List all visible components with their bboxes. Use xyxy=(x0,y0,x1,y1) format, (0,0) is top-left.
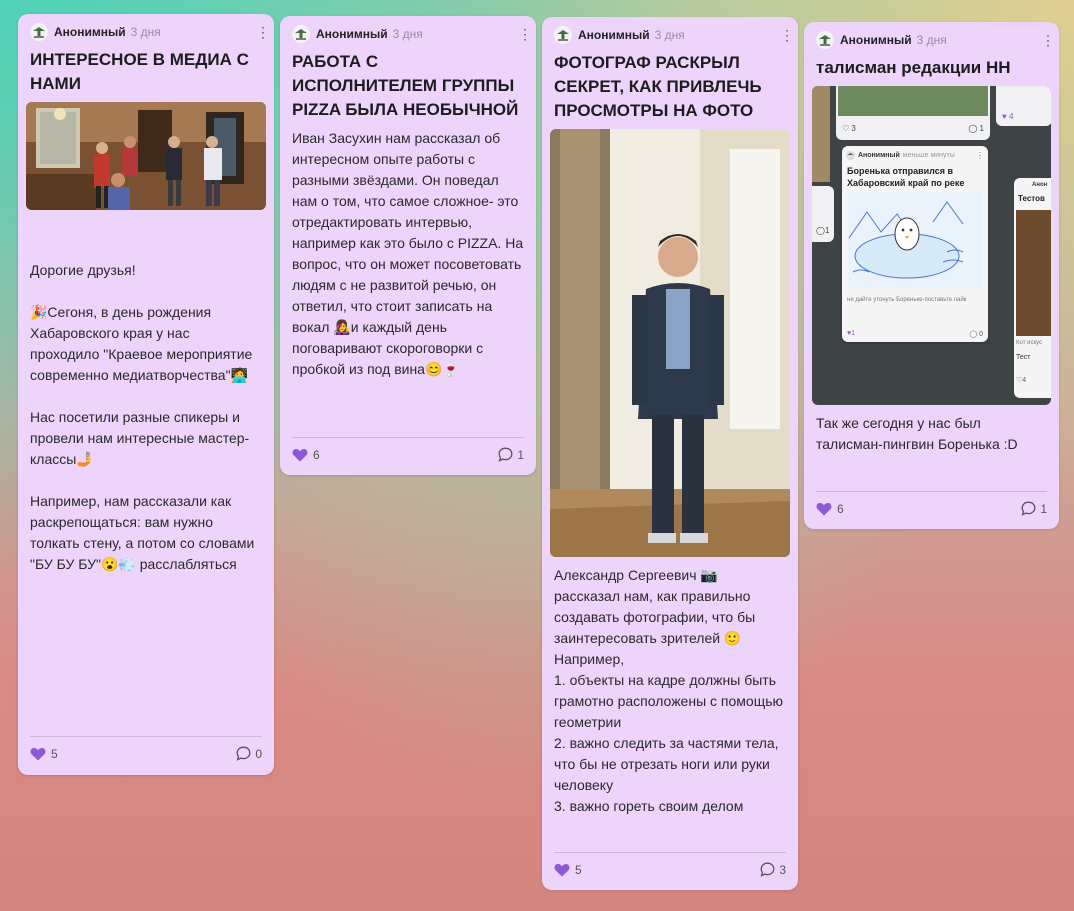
comment-count: 3 xyxy=(779,862,786,877)
post-image[interactable] xyxy=(550,129,790,557)
post-header: Анонимный 3 дня ⋮ xyxy=(280,22,536,46)
author-name: Анонимный xyxy=(840,33,912,47)
avatar-icon xyxy=(292,25,310,43)
comment-button[interactable]: 0 xyxy=(236,746,262,761)
more-icon[interactable]: ⋮ xyxy=(518,27,532,41)
footer-divider xyxy=(30,736,262,737)
like-button[interactable]: 6 xyxy=(816,502,844,516)
like-button[interactable]: 6 xyxy=(292,448,320,462)
post-header: Анонимный 3 дня ⋮ xyxy=(804,28,1059,52)
embedded-comment-count: ◯ 0 xyxy=(969,331,983,338)
post-header: Анонимный 3 дня ⋮ xyxy=(542,23,798,47)
post-body: Александр Сергеевич 📷 рассказал нам, как… xyxy=(554,567,784,814)
like-count: 6 xyxy=(837,501,844,516)
post-time: 3 дня xyxy=(130,25,161,39)
comment-count: 1 xyxy=(517,447,524,462)
post-title: РАБОТА С ИСПОЛНИТЕЛЕМ ГРУППЫ PIZZA БЫЛА … xyxy=(292,52,519,119)
embedded-author: Анон xyxy=(1032,182,1048,188)
heart-icon xyxy=(554,863,570,876)
embedded-card-left xyxy=(812,86,830,182)
post-body: Иван Засухин нам рассказал об интересном… xyxy=(292,130,524,377)
comment-count: 0 xyxy=(255,746,262,761)
author-name: Анонимный xyxy=(578,28,650,42)
heart-icon xyxy=(816,502,832,515)
embedded-like-count: ♥1 xyxy=(847,330,856,337)
post-card[interactable]: Анонимный 3 дня ⋮ РАБОТА С ИСПОЛНИТЕЛЕМ … xyxy=(280,16,536,475)
embedded-card-main: Анонимный меньше минуты ⋮ Боренька отпра… xyxy=(842,146,988,342)
avatar-icon xyxy=(30,23,48,41)
embedded-like-count: ♥ 4 xyxy=(1002,112,1014,121)
like-button[interactable]: 5 xyxy=(554,863,582,877)
post-body: Дорогие друзья! 🎉Сегоня, в день рождения… xyxy=(30,262,255,572)
comment-icon xyxy=(760,862,775,877)
comment-icon xyxy=(1021,501,1036,516)
embedded-title: Боренька отправился в Хабаровский край п… xyxy=(847,166,965,188)
post-footer: 5 3 xyxy=(554,862,786,877)
comment-button[interactable]: 1 xyxy=(498,447,524,462)
post-body: Так же сегодня у нас был талисман-пингви… xyxy=(816,415,1018,452)
post-footer: 6 1 xyxy=(292,447,524,462)
more-icon[interactable]: ⋮ xyxy=(256,25,270,39)
like-count: 5 xyxy=(51,746,58,761)
author-name: Анонимный xyxy=(316,27,388,41)
footer-divider xyxy=(816,491,1047,492)
post-card[interactable]: Анонимный 3 дня ⋮ ФОТОГРАФ РАСКРЫЛ СЕКРЕ… xyxy=(542,17,798,890)
like-count: 6 xyxy=(313,447,320,462)
heart-icon xyxy=(30,747,46,760)
more-icon[interactable]: ⋮ xyxy=(780,28,794,42)
embedded-comment-count: ◯1 xyxy=(816,226,830,235)
post-time: 3 дня xyxy=(392,27,423,41)
post-footer: 5 0 xyxy=(30,746,262,761)
post-card[interactable]: Анонимный 3 дня ⋮ талисман редакции НН ♡… xyxy=(804,22,1059,529)
post-footer: 6 1 xyxy=(816,501,1047,516)
post-image[interactable]: ♡ 3 ◯ 1 ♥ 4 ◯1 Анонимный меньше минуты ⋮… xyxy=(812,86,1051,405)
heart-icon xyxy=(292,448,308,461)
embedded-card-left-bottom: ◯1 xyxy=(812,186,834,242)
embedded-card-top: ♡ 3 ◯ 1 xyxy=(836,86,990,140)
avatar-icon xyxy=(846,150,855,160)
more-icon[interactable]: ⋮ xyxy=(1041,33,1055,47)
embedded-comment-count: ◯ 1 xyxy=(968,124,984,133)
post-header: Анонимный 3 дня ⋮ xyxy=(18,20,274,44)
more-icon: ⋮ xyxy=(976,150,984,160)
embedded-text: Кот искус xyxy=(1016,340,1043,346)
comment-button[interactable]: 1 xyxy=(1021,501,1047,516)
like-button[interactable]: 5 xyxy=(30,747,58,761)
avatar-icon xyxy=(816,31,834,49)
footer-divider xyxy=(554,852,786,853)
post-time: 3 дня xyxy=(654,28,685,42)
embedded-caption: не дайте утонуть Бореньке-поставьте лайк xyxy=(847,297,967,303)
penguin-drawing xyxy=(847,192,983,288)
comment-icon xyxy=(498,447,513,462)
like-count: 5 xyxy=(575,862,582,877)
comment-button[interactable]: 3 xyxy=(760,862,786,877)
portrait-photo xyxy=(550,129,790,557)
embedded-title: Тестов xyxy=(1018,194,1045,203)
embedded-time: меньше минуты xyxy=(902,151,955,159)
avatar-icon xyxy=(554,26,572,44)
room-photo xyxy=(26,102,266,210)
embedded-card-top-right: ♥ 4 xyxy=(996,86,1051,126)
footer-divider xyxy=(292,437,524,438)
comment-icon xyxy=(236,746,251,761)
post-image[interactable] xyxy=(26,102,266,210)
embedded-text: Тест xyxy=(1016,354,1031,361)
embedded-like-count: ♡4 xyxy=(1016,377,1027,384)
comment-count: 1 xyxy=(1040,501,1047,516)
embedded-author: Анонимный xyxy=(858,151,900,159)
author-name: Анонимный xyxy=(54,25,126,39)
embedded-like-count: ♡ 3 xyxy=(842,124,856,133)
embedded-card-right: Анон Тестов Кот искус Тест ♡4 xyxy=(1014,178,1051,398)
post-title: талисман редакции НН xyxy=(816,58,1011,77)
post-title: ФОТОГРАФ РАСКРЫЛ СЕКРЕТ, КАК ПРИВЛЕЧЬ ПР… xyxy=(554,53,762,120)
post-title: ИНТЕРЕСНОЕ В МЕДИА С НАМИ xyxy=(30,50,249,93)
post-time: 3 дня xyxy=(916,33,947,47)
post-card[interactable]: Анонимный 3 дня ⋮ ИНТЕРЕСНОЕ В МЕДИА С Н… xyxy=(18,14,274,775)
